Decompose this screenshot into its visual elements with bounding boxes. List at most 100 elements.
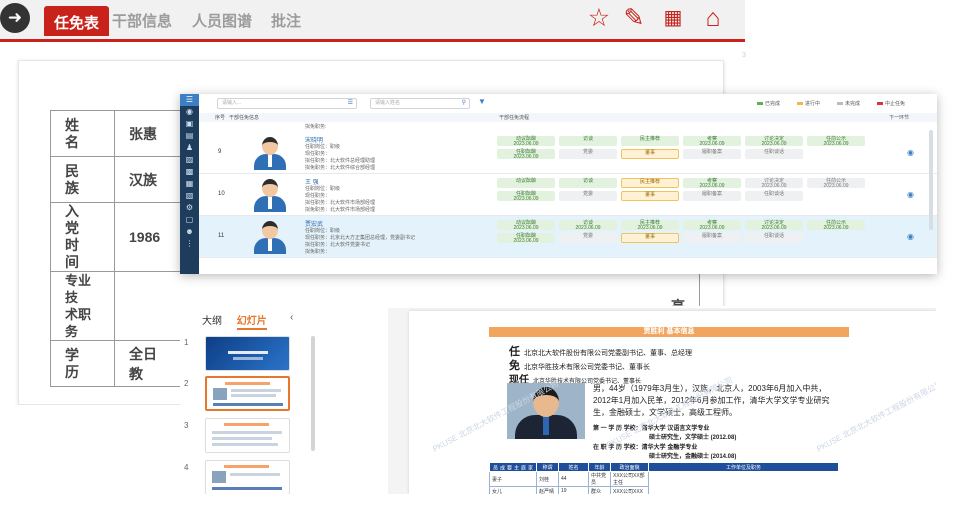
family-cell: 赵严晴 [536, 486, 559, 494]
nav-icon-chart[interactable]: ▨ [180, 154, 199, 166]
nav-icon-view[interactable]: ◉ [180, 106, 199, 118]
nav-icon-settings[interactable]: ⚙ [180, 202, 199, 214]
workflow-stage[interactable]: 访谈 [559, 136, 617, 146]
workflow-stage[interactable]: 任职谈话 [745, 149, 803, 159]
workflow-stage[interactable]: 董事 [621, 233, 679, 243]
nav-icon-box[interactable]: ▢ [180, 214, 199, 226]
tab-personnel-graph[interactable]: 人员图谱 [192, 10, 252, 31]
home-icon[interactable]: ⌂ [699, 3, 727, 33]
view-detail-icon[interactable]: ◉ [907, 190, 914, 199]
workflow-stage[interactable]: 民主推荐 2023.06.09 [621, 220, 679, 231]
tab-annotations[interactable]: 批注 [271, 10, 301, 31]
workflow-stage[interactable]: 任前公示 2023.06.09 [807, 136, 865, 147]
workflow-stage[interactable]: 党委 [559, 233, 617, 243]
family-cell: 中共党员 [588, 471, 611, 487]
workflow-stage[interactable]: 任职酝酿 2023.06.09 [497, 191, 555, 202]
legend-incomplete: 未完成 [837, 100, 860, 107]
workflow-stage[interactable]: 讨论决定 2023.06.09 [745, 220, 803, 231]
workflow-stage[interactable]: 任职酝酿 2023.06.09 [497, 149, 555, 160]
row-index: 9 [218, 149, 222, 155]
education-first-degree: 硕士研究生，文学硕士 (2012.08) [649, 435, 737, 441]
tab-outline[interactable]: 大纲 [202, 316, 222, 327]
collapse-chevron-icon[interactable]: ‹ [290, 312, 293, 323]
slide-thumbnail-4[interactable] [205, 460, 290, 494]
workflow-stage[interactable]: 动议酝酿 2023.06.09 [497, 220, 555, 231]
top-app-bar: ➜ 任免表 干部信息 人员图谱 批注 ☆ ✎ ▦ ⌂ [0, 0, 745, 42]
workflow-stage[interactable]: 动议酝酿 [497, 178, 555, 188]
slide-thumbnail-2[interactable] [205, 376, 290, 411]
person-detail-line: 现任职务： [305, 151, 331, 157]
person-detail-line: 拟任职务：北大软件市场部经理 [305, 200, 376, 206]
family-cell: 19 [558, 486, 589, 494]
name-search-input[interactable]: 请输入姓名 ⚲ [370, 98, 470, 109]
table-row[interactable]: 11 贾宏武 任职岗位：职级 现任职务：北京北大方正集团总经理，党委副书记 拟任职务：北… [199, 216, 937, 258]
tab-slides[interactable]: 幻灯片 [236, 316, 267, 330]
workflow-stage[interactable]: 讨论决定 2023.06.09 [745, 178, 803, 189]
slide-thumbnail-3[interactable] [205, 418, 290, 453]
workflow-stage[interactable]: 讨论决定 2023.06.09 [745, 136, 803, 147]
workflow-stage[interactable]: 任前公示 2023.06.09 [807, 178, 865, 189]
nav-icon-grid[interactable]: ▧ [180, 190, 199, 202]
person-detail-line: 拟任职务：北大软件党委书记 [305, 242, 371, 248]
person-detail-line: 现任职务： [305, 193, 331, 199]
family-table-header: 家庭主要成员 称谓 姓名 年龄 政治面貌 工作单位及职务 [489, 462, 839, 472]
workflow-stage[interactable]: 履职备案 [683, 149, 741, 159]
legend-in-progress: 进行中 [797, 100, 820, 107]
workflow-stage[interactable]: 党委 [559, 149, 617, 159]
table-row[interactable]: 9 宋晓明 任职岗位：职级 现任职务： 拟任职务：北大软件总经理助理 拟免职务：北大软件综… [199, 132, 937, 174]
person-detail-line: 任职岗位：职级 [305, 186, 341, 192]
workflow-stage[interactable]: 任职谈话 [745, 191, 803, 201]
workflow-stage[interactable]: 动议酝酿 2023.06.09 [497, 136, 555, 147]
search-input[interactable]: 请输入... ☰ [217, 98, 357, 109]
nav-icon-table[interactable]: ▦ [180, 178, 199, 190]
form-label: 学 历 [50, 340, 115, 387]
slide-canvas[interactable]: 贾胜利 基本信息 任北京北大软件股份有限公司党委副书记、董事、总经理 免北京华胜… [409, 311, 936, 494]
grid-icon[interactable]: ▦ [659, 3, 687, 33]
workflow-stage[interactable]: 考察 2023.06.09 [683, 136, 741, 147]
vertical-scrollbar[interactable] [929, 130, 933, 230]
tab-cadre-info[interactable]: 干部信息 [112, 10, 172, 31]
nav-icon-folder[interactable]: ▣ [180, 118, 199, 130]
workflow-stage[interactable]: 民主推荐 [621, 178, 679, 188]
education-inservice-degree: 硕士研究生，金融硕士 (2014.08) [649, 454, 737, 460]
filter-icon[interactable]: ▼ [478, 97, 486, 106]
nav-icon-user[interactable]: ☻ [180, 226, 199, 238]
thumbnail-scrollbar[interactable] [311, 336, 315, 451]
family-table-body: 妻子刘桂44中共党员XXX公司XX部主任女儿赵严晴19群众XXX公司XXX父亲赵… [489, 471, 839, 494]
col-index: 序号 [215, 115, 226, 121]
back-arrow-icon[interactable]: ➜ [0, 3, 30, 33]
workflow-stage[interactable]: 履职备案 [683, 233, 741, 243]
workflow-stage[interactable]: 访谈 [559, 178, 617, 188]
search-dropdown-icon[interactable]: ☰ [348, 99, 353, 108]
workflow-stage[interactable]: 董事 [621, 191, 679, 201]
person-detail-line: 任职岗位：职级 [305, 144, 341, 150]
nav-icon-more[interactable]: ⋮ [180, 238, 199, 250]
screenshot-stage: 姓 名张惠 民 族汉族 入 党 时 间1986 专业技 术职务高 学 历全日 教… [0, 0, 953, 506]
slide-number: 4 [184, 463, 189, 472]
star-icon[interactable]: ☆ [585, 3, 613, 33]
workflow-stage[interactable]: 任职谈话 [745, 233, 803, 243]
nav-icon-person[interactable]: ♟ [180, 142, 199, 154]
workflow-stage[interactable]: 任职酝酿 2023.06.09 [497, 233, 555, 244]
nav-icon-list[interactable]: ☰ [180, 94, 199, 106]
workflow-stage[interactable]: 访谈 2023.06.09 [559, 220, 617, 231]
table-row[interactable]: 10 王 强任职岗位：职级 现任职务： 拟任职务：北大软件市场部经理 拟免职务：北大软件… [199, 174, 937, 216]
workflow-stage[interactable]: 履职备案 [683, 191, 741, 201]
slide-thumbnail-1[interactable] [205, 336, 290, 371]
workflow-stage[interactable]: 党委 [559, 191, 617, 201]
view-detail-icon[interactable]: ◉ [907, 148, 914, 157]
tab-appointment-form[interactable]: 任免表 [44, 6, 110, 36]
name-search-placeholder: 请输入姓名 [375, 100, 401, 106]
form-label: 入 党 时 间 [50, 202, 115, 272]
search-icon[interactable]: ⚲ [462, 99, 466, 108]
edit-icon[interactable]: ✎ [620, 3, 648, 33]
nav-icon-file[interactable]: ▩ [180, 166, 199, 178]
col-next: 下一环节 [889, 115, 910, 121]
workflow-stage[interactable]: 考察 2023.06.09 [683, 220, 741, 231]
workflow-stage[interactable]: 任前公示 2023.06.09 [807, 220, 865, 231]
view-detail-icon[interactable]: ◉ [907, 232, 914, 241]
nav-icon-doc[interactable]: ▤ [180, 130, 199, 142]
workflow-stage[interactable]: 民主推荐 [621, 136, 679, 146]
workflow-stage[interactable]: 董事 [621, 149, 679, 159]
workflow-stage[interactable]: 考察 2023.06.09 [683, 178, 741, 189]
